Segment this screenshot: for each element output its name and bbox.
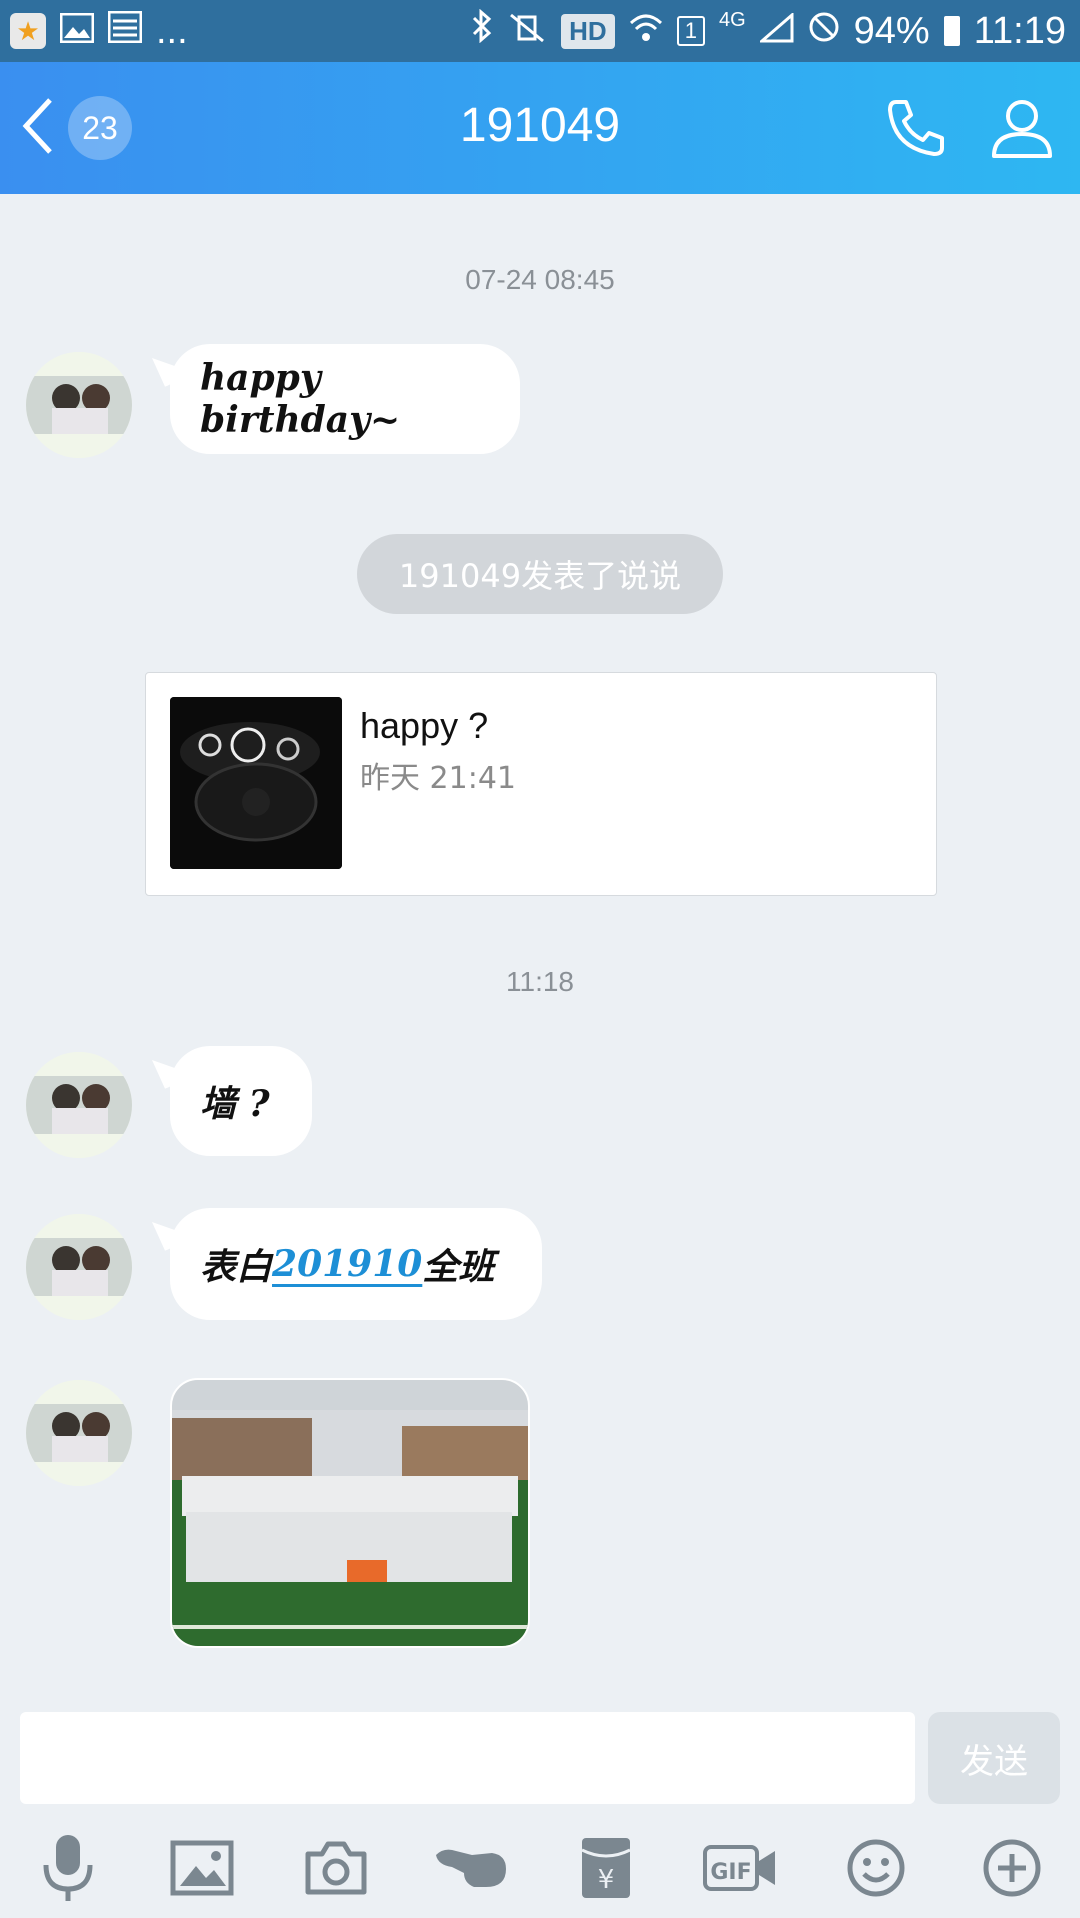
do-not-disturb-icon [808, 10, 840, 53]
timestamp: 11:18 [506, 966, 574, 997]
more-button[interactable] [972, 1828, 1052, 1908]
notification-gallery-icon [59, 10, 95, 53]
timestamp: 07-24 08:45 [465, 264, 615, 295]
phone-icon [888, 100, 944, 156]
poke-button[interactable] [432, 1828, 512, 1908]
wifi-icon [629, 10, 663, 53]
image-button[interactable] [162, 1828, 242, 1908]
microphone-icon [43, 1835, 93, 1901]
svg-text:GIF: GIF [710, 1860, 751, 1885]
clock: 11:19 [973, 9, 1066, 52]
battery-icon [943, 16, 960, 46]
message-bubble[interactable]: 墙 ? [170, 1046, 312, 1156]
gif-button[interactable]: GIF [700, 1828, 780, 1908]
avatar[interactable] [26, 352, 132, 458]
message-text-suffix: 全班 [422, 1246, 495, 1288]
camera-button[interactable] [296, 1828, 376, 1908]
emoji-icon [847, 1839, 905, 1897]
plus-icon [983, 1839, 1041, 1897]
shared-post-card[interactable]: happy ? 昨天 21:41 [145, 672, 937, 896]
notification-list-icon [107, 10, 143, 53]
poke-icon [436, 1849, 506, 1887]
avatar[interactable] [26, 1052, 132, 1158]
avatar[interactable] [26, 1214, 132, 1320]
voice-call-button[interactable] [884, 96, 948, 160]
svg-text:¥: ¥ [598, 1865, 615, 1895]
photo-message[interactable] [170, 1378, 530, 1648]
post-thumbnail [170, 697, 342, 869]
avatar[interactable] [26, 1380, 132, 1486]
emoji-button[interactable] [836, 1828, 916, 1908]
gif-icon: GIF [703, 1845, 775, 1891]
person-icon [992, 100, 1052, 158]
profile-button[interactable] [990, 96, 1054, 160]
post-time: 昨天 21:41 [360, 761, 516, 796]
message-text: 墙 ? [200, 1083, 270, 1125]
system-notice[interactable]: 191049发表了说说 [357, 534, 723, 614]
input-toolbar: ¥ GIF [0, 1818, 1080, 1918]
status-bar: ★ ... HD 1 4G 94% 11:19 [0, 0, 1080, 62]
bluetooth-icon [471, 8, 493, 53]
notification-app-icon: ★ [10, 13, 46, 49]
message-bubble[interactable]: happy birthday~ [170, 344, 520, 454]
image-icon [170, 1840, 234, 1896]
hd-voice-badge: HD [561, 13, 615, 49]
sim-slot-badge: 1 [676, 16, 705, 46]
mute-vibrate-icon [507, 10, 547, 53]
message-bubble[interactable]: 表白 201910 全班 [170, 1208, 542, 1320]
camera-icon [305, 1841, 367, 1895]
red-packet-icon: ¥ [581, 1838, 631, 1898]
message-input[interactable] [20, 1712, 915, 1804]
class-link[interactable]: 201910 [272, 1243, 422, 1285]
chat-header: 23 191049 [0, 62, 1080, 194]
post-title: happy ? [360, 705, 489, 746]
battery-percent: 94% [853, 9, 930, 52]
message-text-prefix: 表白 [200, 1246, 273, 1288]
notification-overflow: ... [156, 9, 188, 52]
send-button[interactable]: 发送 [928, 1712, 1060, 1804]
signal-icon [757, 10, 794, 53]
network-type: 4G [718, 9, 746, 31]
voice-button[interactable] [28, 1828, 108, 1908]
red-packet-button[interactable]: ¥ [566, 1828, 646, 1908]
system-notice-text: 191049发表了说说 [398, 557, 682, 595]
message-text: happy birthday~ [200, 357, 401, 441]
